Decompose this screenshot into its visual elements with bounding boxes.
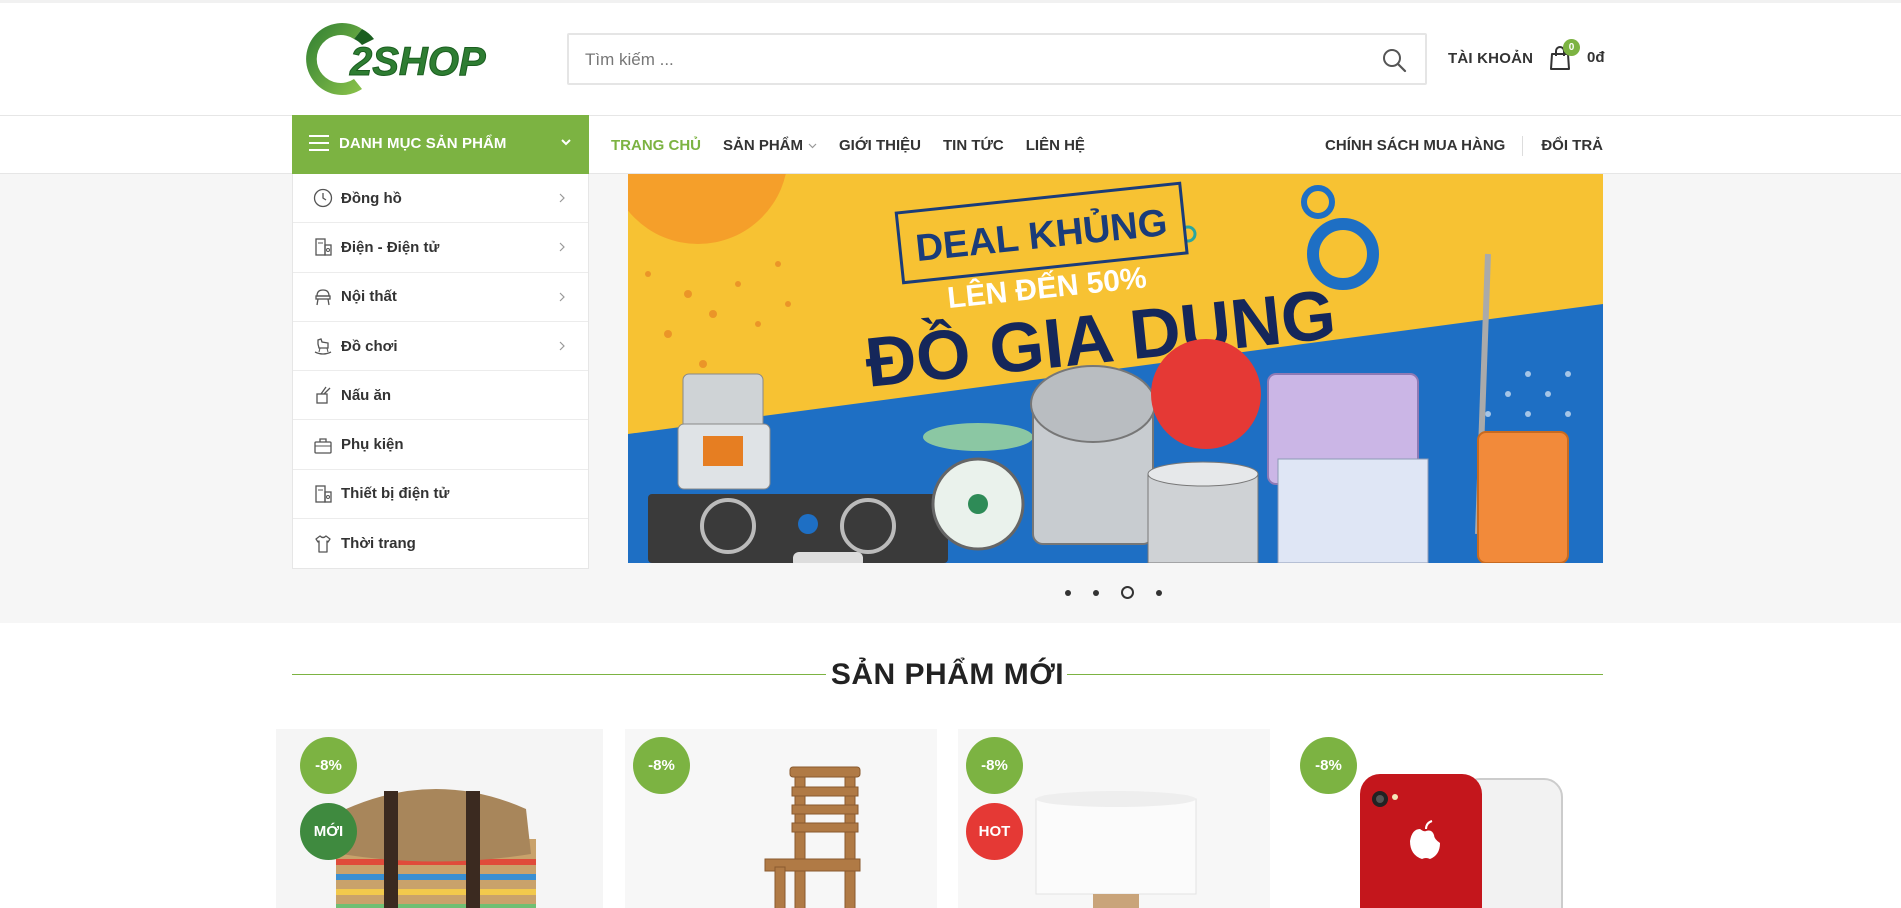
slide-dot[interactable] <box>1156 589 1162 596</box>
site-logo[interactable]: 2SHOP <box>300 17 525 101</box>
nav-contact[interactable]: LIÊN HỆ <box>1026 137 1085 154</box>
account-link[interactable]: TÀI KHOẢN <box>1448 50 1533 67</box>
nav-purchase-policy[interactable]: CHÍNH SÁCH MUA HÀNG <box>1325 137 1505 154</box>
chevron-right-icon <box>559 243 565 252</box>
svg-text:2SHOP: 2SHOP <box>349 40 486 84</box>
categories-label: DANH MỤC SẢN PHẨM <box>339 135 507 152</box>
category-item-toys[interactable]: Đồ chơi <box>293 322 588 372</box>
bag-icon <box>314 437 332 454</box>
discount-badge: -8% <box>1300 737 1357 794</box>
search-input[interactable] <box>585 47 1345 73</box>
categories-toggle[interactable]: DANH MỤC SẢN PHẨM <box>292 115 589 175</box>
category-item-electronics[interactable]: Điện - Điện tử <box>293 223 588 273</box>
category-label: Nấu ăn <box>341 386 392 404</box>
shirt-icon <box>315 535 331 553</box>
cart-total: 0đ <box>1587 49 1605 66</box>
appliance-icon <box>315 485 332 503</box>
hot-badge: HOT <box>966 803 1023 860</box>
new-products-heading: SẢN PHẨM MỚI <box>292 656 1603 696</box>
category-item-furniture[interactable]: Nội thất <box>293 273 588 322</box>
category-label: Đồng hồ <box>341 189 402 207</box>
product-card[interactable]: -8% <box>1292 729 1604 908</box>
clock-icon <box>313 188 333 208</box>
category-label: Phụ kiện <box>341 436 404 454</box>
category-label: Đồ chơi <box>341 337 398 355</box>
nav-products[interactable]: SẢN PHẨM <box>723 137 817 154</box>
category-item-cooking[interactable]: Nấu ăn <box>293 371 588 421</box>
product-card[interactable]: -8% <box>625 729 937 908</box>
nav-returns[interactable]: ĐỔI TRẢ <box>1541 137 1603 154</box>
appliance-icon <box>315 238 332 257</box>
main-nav: TRANG CHỦ SẢN PHẨM GIỚI THIỆU TIN TỨC LI… <box>611 116 1107 175</box>
chevron-down-icon <box>561 139 571 146</box>
discount-badge: -8% <box>966 737 1023 794</box>
product-grid: -8% MỚI -8% -8% HOT -8% <box>0 700 1901 908</box>
hero-section: Đồng hồ Điện - Điện tử Nội thất Đồ chơi … <box>0 174 1901 623</box>
nav-bar: DANH MỤC SẢN PHẨM TRANG CHỦ SẢN PHẨM GIỚ… <box>0 115 1901 175</box>
discount-badge: -8% <box>633 737 690 794</box>
category-item-watches[interactable]: Đồng hồ <box>293 174 588 224</box>
category-label: Thời trang <box>341 535 416 553</box>
nav-contact-label: LIÊN HỆ <box>1025 137 1085 154</box>
slide-dot-active[interactable] <box>1121 586 1134 599</box>
nav-about-label: GIỚI THIỆU <box>839 137 921 154</box>
search-box <box>567 33 1427 85</box>
nav-news[interactable]: TIN TỨC <box>943 137 1004 154</box>
chevron-right-icon <box>559 341 565 351</box>
banner-pagination <box>1065 586 1184 599</box>
section-title: SẢN PHẨM MỚI <box>830 658 1065 691</box>
rocking-horse-icon <box>314 338 332 355</box>
policy-nav: CHÍNH SÁCH MUA HÀNG ĐỔI TRẢ <box>1325 116 1603 175</box>
discount-badge: -8% <box>300 737 357 794</box>
chevron-right-icon <box>559 193 565 203</box>
category-label: Nội thất <box>341 288 397 306</box>
new-badge: MỚI <box>300 803 357 860</box>
category-label: Điện - Điện tử <box>341 238 440 256</box>
nav-home[interactable]: TRANG CHỦ <box>611 137 701 154</box>
kitchen-icon <box>316 386 331 404</box>
search-icon[interactable] <box>1381 47 1407 73</box>
category-list: Đồng hồ Điện - Điện tử Nội thất Đồ chơi … <box>292 174 589 569</box>
nav-products-label: SẢN PHẨM <box>723 137 804 154</box>
category-item-devices[interactable]: Thiết bị điện tử <box>293 470 588 520</box>
product-card[interactable]: -8% HOT <box>958 729 1270 908</box>
chevron-down-icon <box>808 143 817 149</box>
chair-icon <box>315 289 331 305</box>
site-header: 2SHOP TÀI KHOẢN 0 0đ <box>0 3 1901 115</box>
cart-button[interactable]: 0 0đ <box>1548 39 1608 77</box>
cart-count-badge: 0 <box>1563 39 1580 56</box>
hamburger-icon <box>309 135 329 151</box>
nav-divider <box>1522 135 1524 156</box>
nav-about[interactable]: GIỚI THIỆU <box>839 137 921 154</box>
chevron-right-icon <box>559 292 565 302</box>
promo-banner[interactable]: DEAL KHỦNG LÊN ĐẾN 50% ĐỒ GIA DỤNG <box>628 174 1603 563</box>
category-item-fashion[interactable]: Thời trang <box>293 519 588 568</box>
category-label: Thiết bị điện tử <box>341 485 450 503</box>
nav-news-label: TIN TỨC <box>942 137 1004 154</box>
product-card[interactable]: -8% MỚI <box>276 729 603 908</box>
slide-dot[interactable] <box>1093 589 1099 596</box>
category-item-accessories[interactable]: Phụ kiện <box>293 420 588 470</box>
nav-home-label: TRANG CHỦ <box>611 137 701 154</box>
heading-rule <box>1067 674 1603 675</box>
slide-dot[interactable] <box>1065 589 1071 596</box>
